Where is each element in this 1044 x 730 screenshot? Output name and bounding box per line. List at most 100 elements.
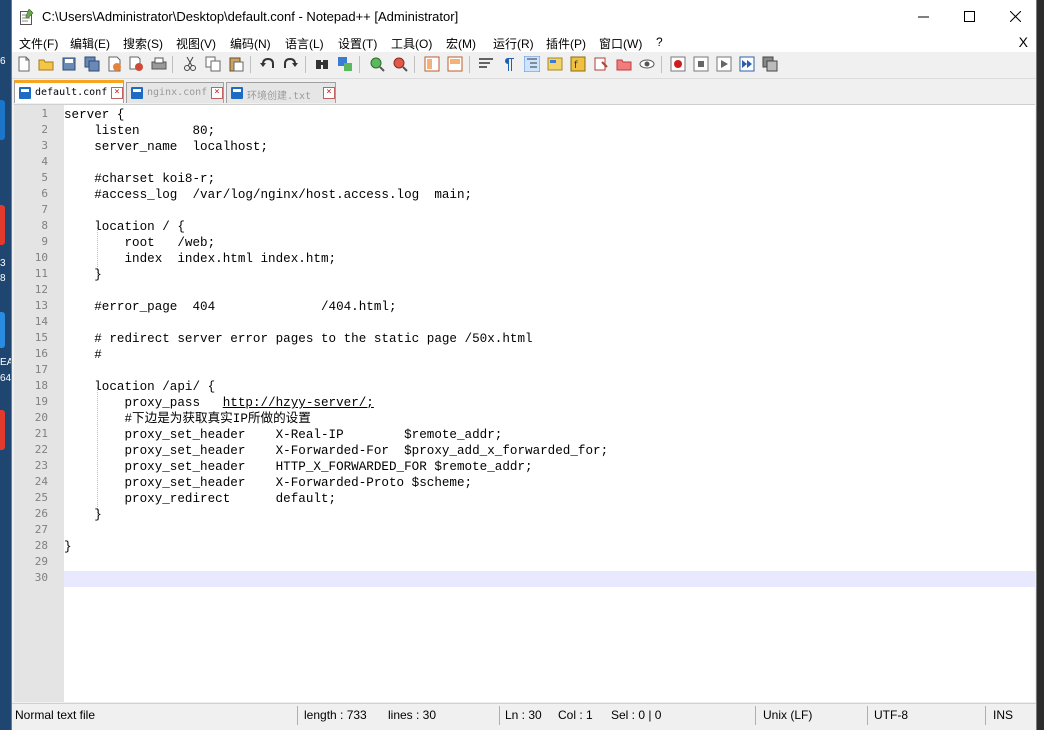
line-number: 6: [41, 187, 48, 200]
tab-default-conf[interactable]: default.conf ×: [14, 80, 124, 103]
close-all-icon[interactable]: [128, 56, 144, 72]
close-icon[interactable]: [106, 56, 122, 72]
find-icon[interactable]: [314, 56, 330, 72]
minimize-button[interactable]: [900, 0, 946, 33]
menu-window[interactable]: 窗口(W): [599, 35, 642, 52]
desktop-icon[interactable]: [0, 205, 5, 245]
code-line: server {: [64, 108, 125, 122]
menu-language[interactable]: 语言(L): [285, 35, 324, 52]
print-icon[interactable]: [151, 56, 167, 72]
code-line: }: [64, 540, 72, 554]
status-eol[interactable]: Unix (LF): [763, 708, 812, 722]
copy-icon[interactable]: [205, 56, 221, 72]
menu-search[interactable]: 搜索(S): [123, 35, 163, 52]
function-list-icon[interactable]: f: [570, 56, 586, 72]
editor-area[interactable]: 1 2 3 4 5 6 7 8 9 10 11 12 13 14 15 16 1…: [14, 104, 1035, 702]
show-all-chars-icon[interactable]: [501, 56, 517, 72]
status-selection: Sel : 0 | 0: [611, 708, 662, 722]
indent-guide-icon[interactable]: [524, 56, 540, 72]
desktop-fragment: 3: [0, 258, 6, 269]
sync-h-icon[interactable]: [447, 56, 463, 72]
code-line: index index.html index.htm;: [64, 252, 337, 266]
zoom-in-icon[interactable]: [369, 56, 385, 72]
run-macro-multiple-icon[interactable]: [739, 56, 755, 72]
play-macro-icon[interactable]: [716, 56, 732, 72]
toolbar-separator: [250, 56, 251, 73]
line-number: 7: [41, 203, 48, 216]
record-macro-icon[interactable]: [670, 56, 686, 72]
stop-record-icon[interactable]: [693, 56, 709, 72]
menu-tools[interactable]: 工具(O): [391, 35, 432, 52]
line-number: 28: [34, 539, 48, 552]
line-number: 15: [34, 331, 48, 344]
status-encoding[interactable]: UTF-8: [874, 708, 908, 722]
sync-v-icon[interactable]: [424, 56, 440, 72]
code-line: # redirect server error pages to the sta…: [64, 332, 533, 346]
line-number: 14: [34, 315, 48, 328]
status-divider: [499, 706, 500, 725]
redo-icon[interactable]: [283, 56, 299, 72]
save-icon[interactable]: [61, 56, 77, 72]
menu-help[interactable]: ?: [656, 35, 663, 49]
line-number: 30: [34, 571, 48, 584]
word-wrap-icon[interactable]: [478, 56, 494, 72]
tab-close-icon[interactable]: ×: [111, 87, 123, 99]
code-line: proxy_set_header X-Forwarded-For $proxy_…: [64, 444, 609, 458]
maximize-button[interactable]: [946, 0, 992, 33]
zoom-out-icon[interactable]: [392, 56, 408, 72]
line-number-gutter[interactable]: 1 2 3 4 5 6 7 8 9 10 11 12 13 14 15 16 1…: [14, 105, 64, 702]
tab-env-create-txt[interactable]: 环境创建.txt ×: [226, 82, 336, 103]
title-bar[interactable]: C:\Users\Administrator\Desktop\default.c…: [12, 0, 1036, 33]
menu-edit[interactable]: 编辑(E): [70, 35, 110, 52]
status-insert-mode[interactable]: INS: [993, 708, 1013, 722]
menu-encoding[interactable]: 编码(N): [230, 35, 271, 52]
doc-map-icon[interactable]: [547, 56, 563, 72]
tab-nginx-conf[interactable]: nginx.conf ×: [126, 82, 224, 103]
toolbar-separator: [172, 56, 173, 73]
menu-plugins[interactable]: 插件(P): [546, 35, 586, 52]
toolbar-separator: [469, 56, 470, 73]
tab-close-icon[interactable]: ×: [211, 87, 223, 99]
menu-settings[interactable]: 设置(T): [338, 35, 377, 52]
status-column: Col : 1: [558, 708, 593, 722]
desktop-fragment: 6: [0, 56, 6, 67]
cut-icon[interactable]: [182, 56, 198, 72]
close-document-button[interactable]: X: [1019, 34, 1028, 50]
line-number: 10: [34, 251, 48, 264]
proxy-url-link[interactable]: http://hzyy-server/;: [223, 396, 374, 410]
menu-macro[interactable]: 宏(M): [446, 35, 476, 52]
code-line: #下边是为获取真实IP所做的设置: [64, 412, 311, 426]
save-all-icon[interactable]: [84, 56, 100, 72]
line-number: 8: [41, 219, 48, 232]
line-number: 25: [34, 491, 48, 504]
line-number: 1: [41, 107, 48, 120]
line-number: 29: [34, 555, 48, 568]
desktop-icon[interactable]: [0, 410, 5, 450]
eye-icon[interactable]: [639, 56, 655, 72]
desktop-icon[interactable]: [0, 100, 5, 140]
monitoring-icon[interactable]: [616, 56, 632, 72]
code-line: #error_page 404 /404.html;: [64, 300, 397, 314]
new-file-icon[interactable]: [16, 56, 32, 72]
close-window-button[interactable]: [992, 0, 1038, 33]
open-file-icon[interactable]: [38, 56, 54, 72]
menu-view[interactable]: 视图(V): [176, 35, 216, 52]
tab-bar: default.conf × nginx.conf × 环境创建.txt ×: [12, 80, 1036, 103]
status-divider: [755, 706, 756, 725]
code-line: #access_log /var/log/nginx/host.access.l…: [64, 188, 473, 202]
paste-icon[interactable]: [228, 56, 244, 72]
save-macro-icon[interactable]: [762, 56, 778, 72]
file-saved-icon: [231, 87, 243, 99]
menu-run[interactable]: 运行(R): [493, 35, 534, 52]
folder-workspace-icon[interactable]: [593, 56, 609, 72]
replace-icon[interactable]: [337, 56, 353, 72]
desktop-icon[interactable]: [0, 312, 5, 348]
tab-close-icon[interactable]: ×: [323, 87, 335, 99]
undo-icon[interactable]: [259, 56, 275, 72]
menu-bar: 文件(F) 编辑(E) 搜索(S) 视图(V) 编码(N) 语言(L) 设置(T…: [12, 33, 1036, 52]
code-text-area[interactable]: server { listen 80; server_name localhos…: [64, 105, 1035, 702]
code-line: #charset koi8-r;: [64, 172, 216, 186]
menu-file[interactable]: 文件(F): [19, 35, 58, 52]
